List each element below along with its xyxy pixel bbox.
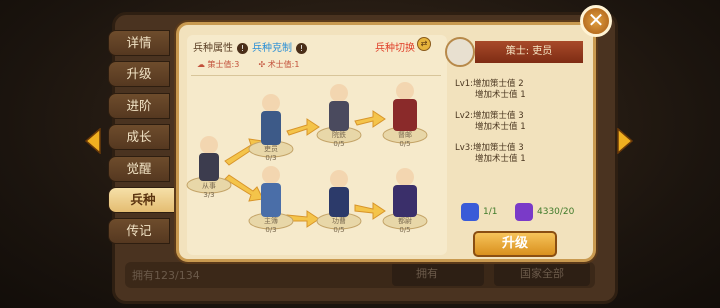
unit-node[interactable]: 从事 3/3: [186, 136, 232, 199]
level-title: Lv2:增加策士值 3: [455, 111, 524, 121]
node-name: 督邮: [398, 130, 412, 139]
side-tab-list: 详情 升级 进阶 成长 觉醒 兵种 传记: [108, 30, 178, 250]
node-level: 0/5: [333, 140, 344, 148]
arrow-icon: [286, 118, 320, 136]
unit-name-ribbon: 策士: 吏员: [475, 41, 583, 63]
node-level: 0/5: [333, 226, 344, 234]
close-icon[interactable]: ✕: [580, 5, 612, 37]
unit-node[interactable]: 吏员 0/3: [248, 94, 294, 162]
tab-biography[interactable]: 传记: [108, 218, 170, 245]
level-sub: 增加术士值 1: [475, 154, 526, 164]
unit-node[interactable]: 都尉 0/5: [382, 168, 428, 234]
level-3-info: Lv3:增加策士值 3 增加术士值 1: [455, 143, 526, 165]
unit-node[interactable]: 功曹 0/5: [316, 170, 362, 234]
node-name: 都尉: [398, 216, 412, 225]
tab-details[interactable]: 详情: [108, 30, 170, 56]
arrow-icon: [354, 110, 386, 128]
book-icon: [461, 203, 479, 221]
tree-arrows: [224, 110, 386, 228]
nation-filter-button[interactable]: 国家全部: [494, 262, 590, 286]
resource-book-count: 1/1: [483, 207, 498, 217]
level-sub: 增加术士值 1: [475, 90, 526, 100]
node-level: 0/5: [399, 140, 410, 148]
next-arrow-icon[interactable]: [616, 128, 634, 154]
prev-arrow-icon[interactable]: [84, 128, 102, 154]
unit-node[interactable]: 院鉄 0/5: [316, 84, 362, 148]
tab-level-up[interactable]: 升级: [108, 61, 170, 88]
node-level: 3/3: [203, 191, 214, 199]
level-sub: 增加术士值 1: [475, 122, 526, 132]
node-level: 0/5: [399, 226, 410, 234]
gem-icon: [515, 203, 533, 221]
owned-count: 拥有123/134: [132, 269, 200, 282]
unit-portrait: [445, 37, 475, 67]
node-name: 主簿: [264, 216, 278, 225]
node-name: 吏员: [264, 144, 278, 153]
unit-info-panel: 策士: 吏员 Lv1:增加策士值 2 增加术士值 1 Lv2:增加策士值 3 增…: [445, 35, 591, 257]
resource-gem-count: 4330/20: [537, 207, 575, 217]
node-level: 0/3: [265, 154, 276, 162]
upgrade-button[interactable]: 升级: [473, 231, 557, 257]
level-2-info: Lv2:增加策士值 3 增加术士值 1: [455, 111, 526, 133]
unit-type-panel: 兵种属性! 兵种克制! 兵种切换 ⇄ ☁ 策士值:3 ✣ 术士值:1 从事 3/3: [176, 22, 596, 262]
arrow-icon: [224, 174, 264, 202]
node-name: 从事: [202, 181, 216, 190]
tab-advance[interactable]: 进阶: [108, 92, 170, 119]
unit-tree: 从事 3/3 吏员 0/3 主簿 0/3 院鉄 0/5 功曹 0/5 督邮 0/…: [186, 82, 428, 234]
tab-growth[interactable]: 成长: [108, 124, 170, 151]
level-title: Lv1:增加策士值 2: [455, 79, 524, 89]
unit-node[interactable]: 督邮 0/5: [382, 82, 428, 148]
node-name: 院鉄: [332, 130, 346, 139]
node-name: 功曹: [332, 216, 346, 225]
level-1-info: Lv1:增加策士值 2 增加术士值 1: [455, 79, 526, 101]
owned-filter-button[interactable]: 拥有: [392, 262, 484, 286]
arrow-icon: [354, 202, 386, 220]
level-title: Lv3:增加策士值 3: [455, 143, 524, 153]
tab-awaken[interactable]: 觉醒: [108, 155, 170, 182]
node-level: 0/3: [265, 226, 276, 234]
tab-unit-type[interactable]: 兵种: [108, 186, 178, 213]
